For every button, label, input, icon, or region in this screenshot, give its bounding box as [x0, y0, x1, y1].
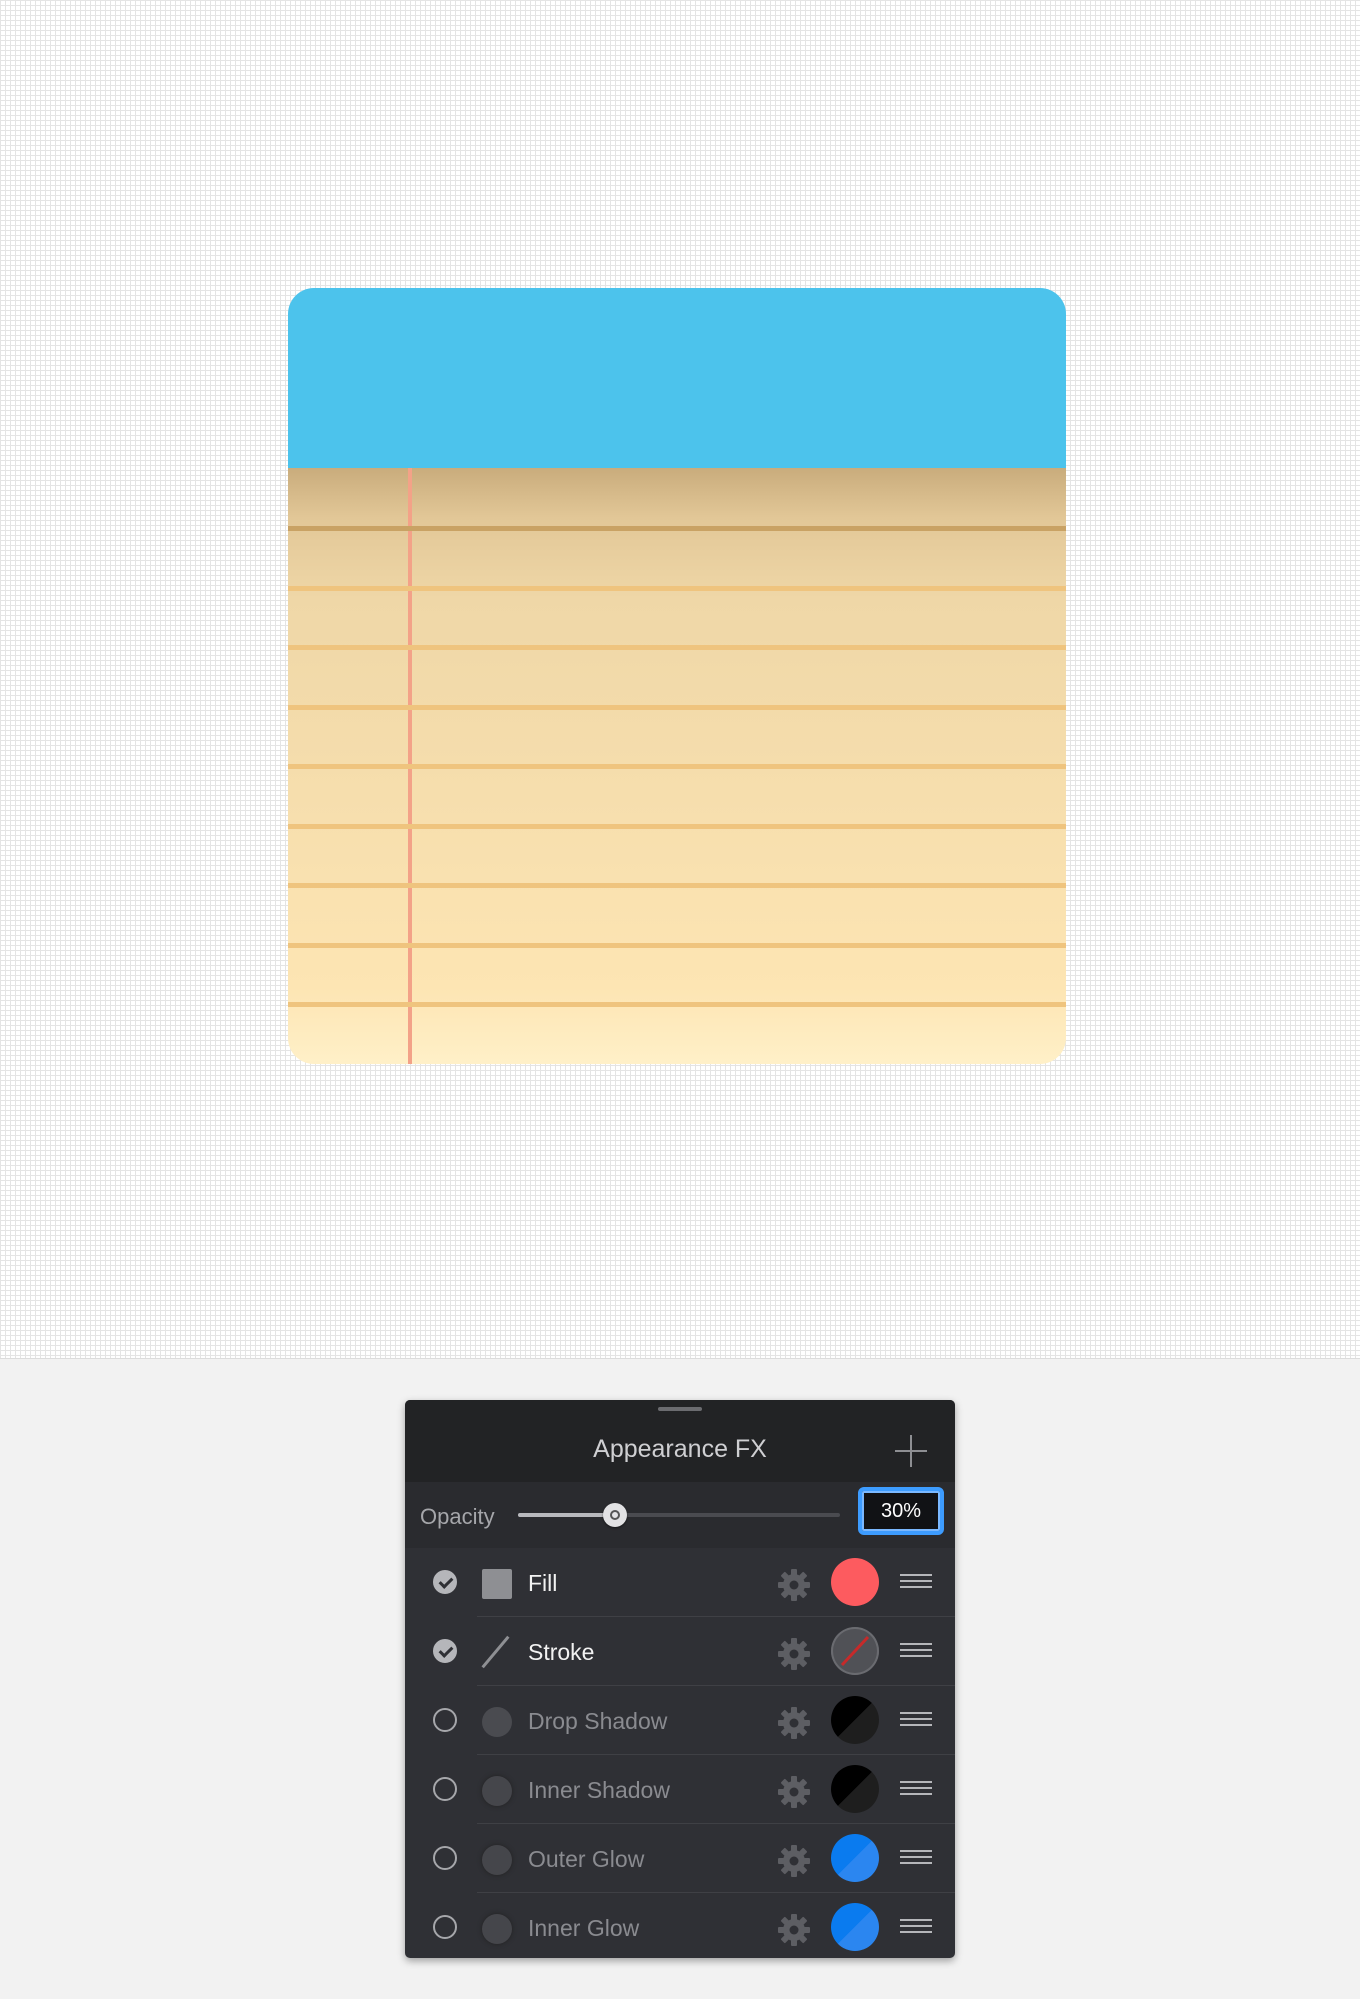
outer-glow-icon	[482, 1845, 512, 1875]
notepad-header-band	[288, 288, 1066, 468]
ruled-line	[288, 704, 1066, 710]
effect-label: Outer Glow	[528, 1846, 645, 1872]
panel-drag-handle[interactable]	[658, 1407, 702, 1411]
effect-row[interactable]: Fill	[405, 1548, 955, 1617]
effect-label: Stroke	[528, 1639, 595, 1665]
effect-row[interactable]: Drop Shadow	[405, 1686, 955, 1755]
effect-toggle-checkbox[interactable]	[433, 1846, 457, 1870]
gear-icon[interactable]	[777, 1844, 811, 1878]
color-swatch[interactable]	[831, 1834, 879, 1882]
appearance-fx-panel: Appearance FX Opacity 30% Fill Stroke Drop…	[405, 1400, 955, 1958]
reorder-handle-icon[interactable]	[900, 1919, 932, 1935]
effect-row[interactable]: Inner Glow	[405, 1893, 955, 1958]
effect-toggle-checkbox[interactable]	[433, 1639, 457, 1663]
effect-toggle-checkbox[interactable]	[433, 1915, 457, 1939]
drop-shadow-icon	[482, 1707, 512, 1737]
gear-icon[interactable]	[777, 1775, 811, 1809]
color-swatch[interactable]	[831, 1696, 879, 1744]
plus-icon[interactable]	[893, 1433, 929, 1469]
effect-label: Inner Glow	[528, 1915, 640, 1941]
effect-label: Fill	[528, 1570, 558, 1596]
effect-row[interactable]: Outer Glow	[405, 1824, 955, 1893]
opacity-value-field[interactable]: 30%	[858, 1487, 944, 1535]
opacity-slider-fill	[518, 1513, 615, 1517]
opacity-label: Opacity	[420, 1504, 495, 1529]
ruled-line	[288, 764, 1066, 769]
gear-icon[interactable]	[777, 1568, 811, 1602]
gear-icon[interactable]	[777, 1913, 811, 1947]
inner-glow-icon	[482, 1914, 512, 1944]
opacity-slider[interactable]	[518, 1503, 840, 1527]
color-swatch[interactable]	[831, 1765, 879, 1813]
gear-icon[interactable]	[777, 1637, 811, 1671]
color-swatch[interactable]	[831, 1903, 879, 1951]
ruled-line	[288, 526, 1066, 531]
effect-row[interactable]: Inner Shadow	[405, 1755, 955, 1824]
ruled-line	[288, 645, 1066, 650]
stroke-line-icon	[480, 1636, 512, 1668]
artboard-canvas[interactable]	[0, 0, 1360, 1359]
inner-shadow-icon	[482, 1776, 512, 1806]
color-swatch[interactable]	[831, 1627, 879, 1675]
reorder-handle-icon[interactable]	[900, 1643, 932, 1659]
gear-icon[interactable]	[777, 1706, 811, 1740]
effect-toggle-checkbox[interactable]	[433, 1777, 457, 1801]
color-swatch[interactable]	[831, 1558, 879, 1606]
effect-toggle-checkbox[interactable]	[433, 1708, 457, 1732]
reorder-handle-icon[interactable]	[900, 1850, 932, 1866]
reorder-handle-icon[interactable]	[900, 1712, 932, 1728]
panel-header: Appearance FX	[405, 1400, 955, 1482]
opacity-slider-thumb[interactable]	[602, 1503, 627, 1527]
opacity-row: Opacity 30%	[405, 1482, 955, 1548]
ruled-line	[288, 585, 1066, 591]
reorder-handle-icon[interactable]	[900, 1781, 932, 1797]
effect-label: Inner Shadow	[528, 1777, 670, 1803]
notepad-paper	[288, 468, 1066, 1064]
effect-toggle-checkbox[interactable]	[433, 1570, 457, 1594]
fill-square-icon	[482, 1569, 512, 1599]
panel-title: Appearance FX	[593, 1435, 767, 1463]
ruled-line	[288, 942, 1066, 948]
ruled-line	[288, 823, 1066, 829]
ruled-line	[288, 1002, 1066, 1007]
effect-label: Drop Shadow	[528, 1708, 668, 1734]
notepad-illustration[interactable]	[288, 288, 1066, 1064]
effect-row[interactable]: Stroke	[405, 1617, 955, 1686]
reorder-handle-icon[interactable]	[900, 1574, 932, 1590]
ruled-line	[288, 883, 1066, 888]
effects-list: Fill Stroke Drop Shadow Inner Shadow Outer G…	[405, 1548, 955, 1958]
